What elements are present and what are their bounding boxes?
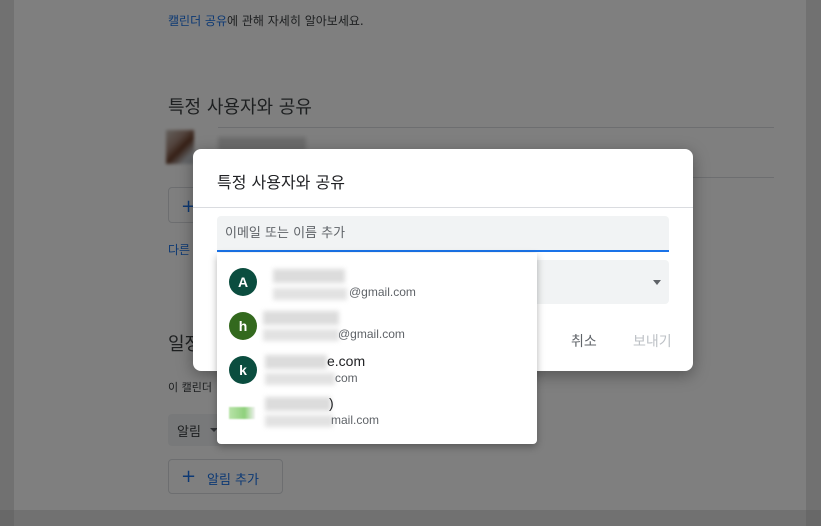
permission-select[interactable]	[533, 260, 669, 304]
contact-email: @gmail.com	[338, 327, 405, 341]
contact-avatar: A	[229, 268, 257, 296]
window-edge-left	[0, 0, 14, 526]
suggestion-item[interactable]: ) mail.com	[217, 393, 537, 437]
contact-avatar-image	[229, 407, 255, 419]
contact-email-blurred	[265, 373, 335, 385]
dialog-divider	[193, 207, 693, 208]
contact-email-blurred	[263, 329, 339, 341]
suggestion-item[interactable]: h @gmail.com	[217, 305, 537, 349]
window-edge-bottom	[0, 510, 821, 526]
contact-avatar: k	[229, 356, 257, 384]
dialog-title: 특정 사용자와 공유	[217, 173, 345, 192]
contact-suggestions: A @gmail.com h @gmail.com k e.com com ) …	[217, 253, 537, 444]
contact-avatar: h	[229, 312, 257, 340]
contact-email: mail.com	[331, 413, 380, 427]
contact-name: e.com	[327, 353, 366, 369]
window-edge-right	[806, 0, 821, 526]
cancel-button[interactable]: 취소	[571, 331, 597, 351]
suggestion-item[interactable]: A @gmail.com	[217, 261, 537, 305]
contact-email-blurred	[265, 415, 333, 427]
contact-name: )	[329, 395, 334, 411]
contact-email-blurred	[273, 288, 347, 300]
contact-name-blurred	[263, 311, 339, 325]
contact-name-blurred	[273, 269, 345, 283]
suggestion-item[interactable]: k e.com com	[217, 349, 537, 393]
contact-email: @gmail.com	[349, 285, 416, 299]
contact-email: com	[335, 371, 358, 385]
caret-down-icon	[653, 280, 661, 285]
send-button[interactable]: 보내기	[633, 331, 672, 351]
email-input[interactable]	[217, 216, 669, 252]
contact-name-blurred	[265, 397, 331, 411]
contact-name-blurred	[265, 355, 327, 369]
